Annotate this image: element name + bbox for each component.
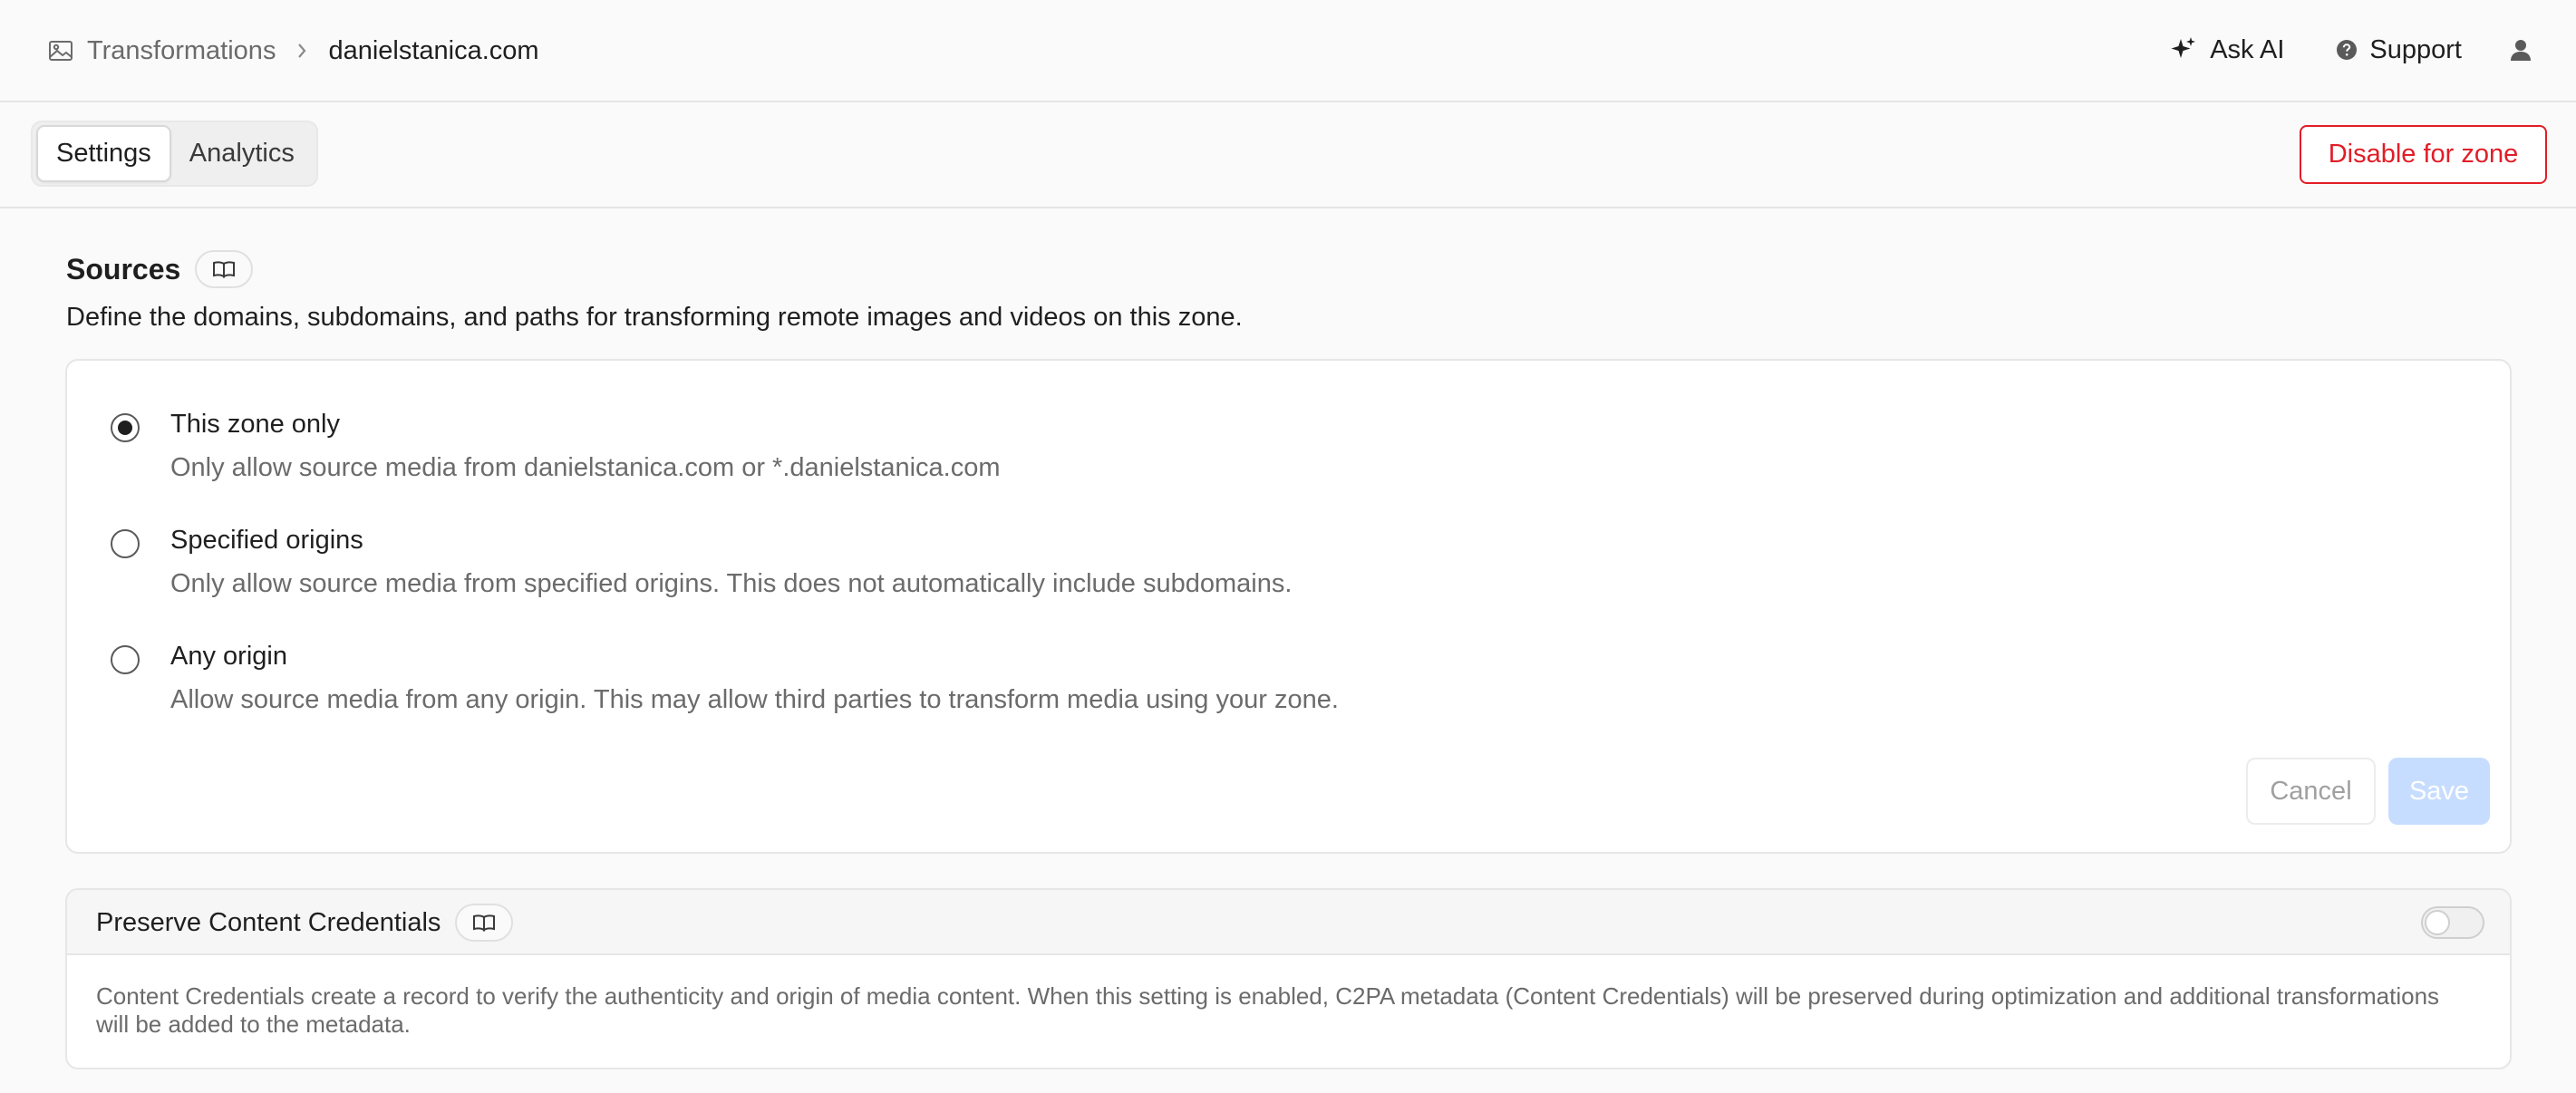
save-button[interactable]: Save	[2388, 758, 2490, 825]
ask-ai-label: Ask AI	[2210, 34, 2285, 64]
sources-docs-button[interactable]	[195, 250, 254, 288]
option-description: Allow source media from any origin. This…	[170, 685, 1339, 714]
toggle-knob	[2425, 910, 2450, 935]
sources-actions: Cancel Save	[2246, 758, 2490, 825]
support-button[interactable]: Support	[2335, 35, 2462, 65]
breadcrumb-transformations-link[interactable]: Transformations	[87, 36, 276, 66]
content-credentials-docs-button[interactable]	[455, 904, 514, 942]
help-circle-icon	[2335, 38, 2358, 62]
book-icon	[212, 259, 236, 279]
content-credentials-title-wrap: Preserve Content Credentials	[96, 903, 514, 943]
tab-settings[interactable]: Settings	[36, 125, 171, 182]
sources-title: Sources	[66, 252, 181, 285]
tab-group: Settings Analytics	[31, 121, 318, 187]
breadcrumb-current-zone: danielstanica.com	[328, 35, 539, 65]
radio-specified-origins[interactable]	[111, 529, 140, 558]
content-credentials-toggle[interactable]	[2421, 906, 2484, 939]
support-label: Support	[2369, 34, 2462, 64]
sources-header: Sources	[66, 247, 254, 292]
user-icon[interactable]	[2507, 36, 2534, 63]
chevron-right-icon	[295, 41, 308, 61]
option-description: Only allow source media from specified o…	[170, 569, 1293, 598]
content-credentials-header: Preserve Content Credentials	[67, 890, 2510, 955]
book-icon	[472, 913, 496, 933]
header-actions: Ask AI Support	[2168, 27, 2576, 73]
ask-ai-button[interactable]: Ask AI	[2168, 34, 2284, 65]
content-credentials-description: Content Credentials create a record to v…	[96, 982, 2440, 1038]
tab-bar: Settings Analytics Disable for zone	[0, 102, 2576, 208]
cancel-button[interactable]: Cancel	[2246, 758, 2376, 825]
breadcrumb: Transformations danielstanica.com	[47, 31, 539, 71]
option-label: Specified origins	[170, 526, 363, 555]
image-icon	[47, 37, 74, 64]
top-header: Transformations danielstanica.com Ask AI	[0, 0, 2576, 102]
content-credentials-title: Preserve Content Credentials	[96, 907, 441, 937]
radio-this-zone-only[interactable]	[111, 413, 140, 442]
option-description: Only allow source media from danielstani…	[170, 453, 1001, 482]
option-label: This zone only	[170, 410, 340, 439]
option-label: Any origin	[170, 642, 287, 671]
sparkle-icon	[2168, 34, 2199, 65]
tab-analytics[interactable]: Analytics	[171, 125, 313, 182]
sources-card: This zone only Only allow source media f…	[65, 359, 2512, 854]
content-credentials-card: Preserve Content Credentials Content Cre…	[65, 888, 2512, 1069]
disable-for-zone-button[interactable]: Disable for zone	[2300, 125, 2547, 184]
sources-description: Define the domains, subdomains, and path…	[66, 303, 1243, 332]
radio-any-origin[interactable]	[111, 645, 140, 674]
